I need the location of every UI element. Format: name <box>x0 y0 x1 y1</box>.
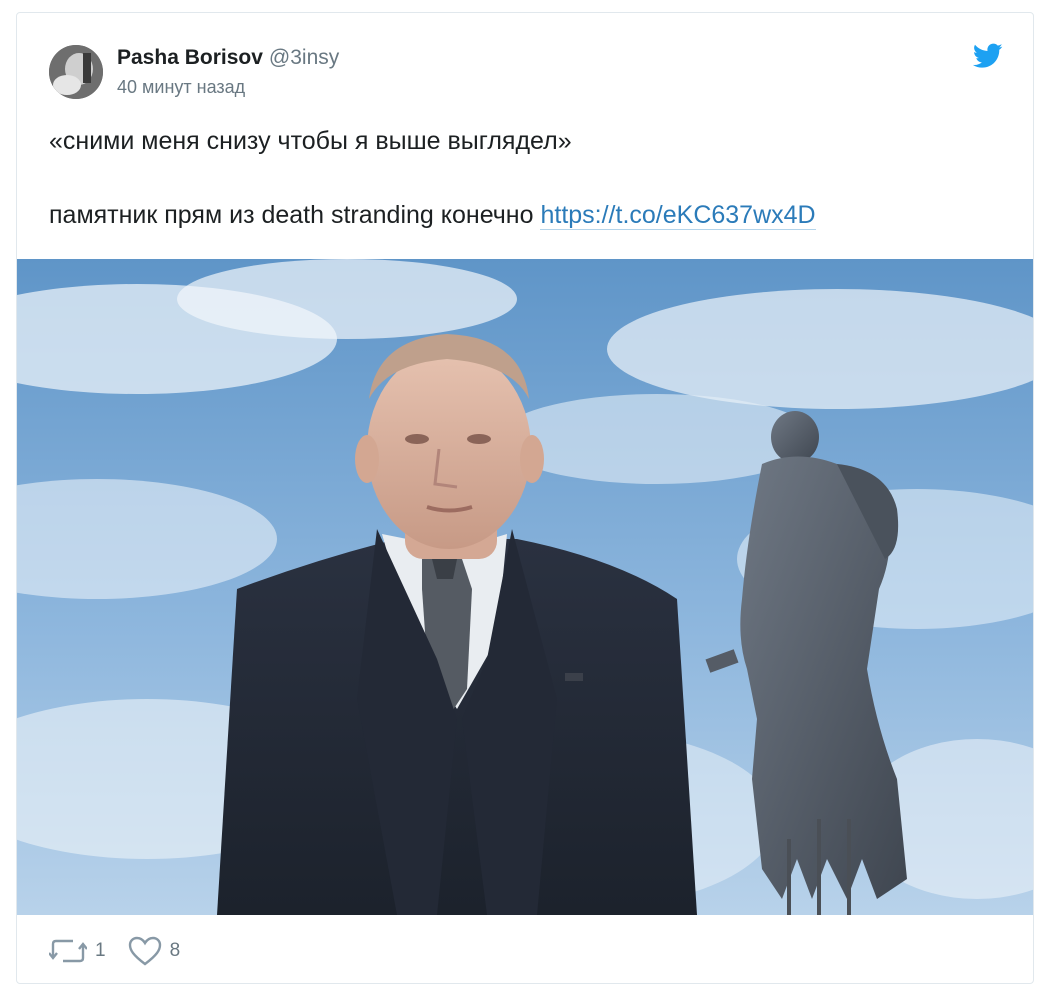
retweet-count: 1 <box>95 940 106 961</box>
like-button[interactable]: 8 <box>128 936 181 966</box>
author-name[interactable]: Pasha Borisov <box>117 46 263 69</box>
tweet-text-line2: памятник прям из death stranding конечно… <box>49 197 1009 234</box>
avatar[interactable] <box>49 45 103 99</box>
tweet-actions: 1 8 <box>49 931 202 971</box>
tweet-card: Pasha Borisov @3insy 40 минут назад «сним… <box>16 12 1034 984</box>
author-handle[interactable]: @3insy <box>269 46 339 69</box>
tweet-link[interactable]: https://t.co/eKC637wx4D <box>540 201 816 230</box>
twitter-bird-icon[interactable] <box>973 43 1003 69</box>
like-count: 8 <box>169 940 181 961</box>
retweet-button[interactable]: 1 <box>49 938 106 964</box>
heart-icon <box>128 936 161 966</box>
author-header[interactable]: Pasha Borisov @3insy <box>117 46 339 70</box>
tweet-text: «сними меня снизу чтобы я выше выглядел»… <box>49 123 1009 234</box>
tweet-text-line2-body: памятник прям из death stranding конечно <box>49 201 534 229</box>
tweet-media-image[interactable] <box>17 259 1033 915</box>
timestamp[interactable]: 40 минут назад <box>117 77 245 98</box>
retweet-icon <box>49 939 87 963</box>
tweet-text-line1: «сними меня снизу чтобы я выше выглядел» <box>49 127 572 155</box>
